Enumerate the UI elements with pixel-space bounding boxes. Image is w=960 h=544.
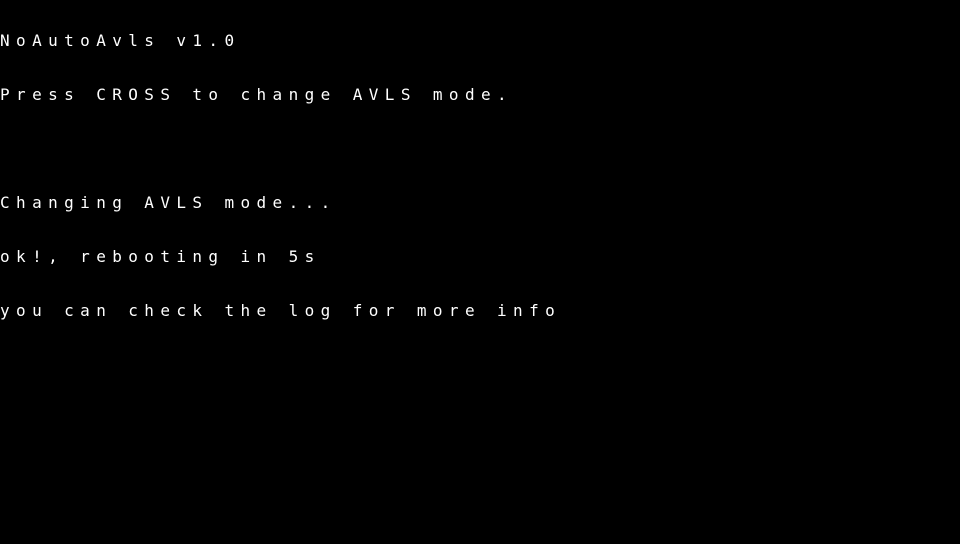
console-line-instruction: Press CROSS to change AVLS mode.: [0, 85, 514, 104]
console-line-title: NoAutoAvls v1.0: [0, 31, 241, 50]
console-output: NoAutoAvls v1.0 Press CROSS to change AV…: [0, 0, 561, 357]
console-line-log-hint: you can check the log for more info: [0, 301, 562, 320]
console-line-status: Changing AVLS mode...: [0, 193, 337, 212]
console-line-result: ok!, rebooting in 5s: [0, 247, 321, 266]
console-screen: NoAutoAvls v1.0 Press CROSS to change AV…: [0, 0, 960, 544]
console-line-blank: [0, 141, 561, 157]
